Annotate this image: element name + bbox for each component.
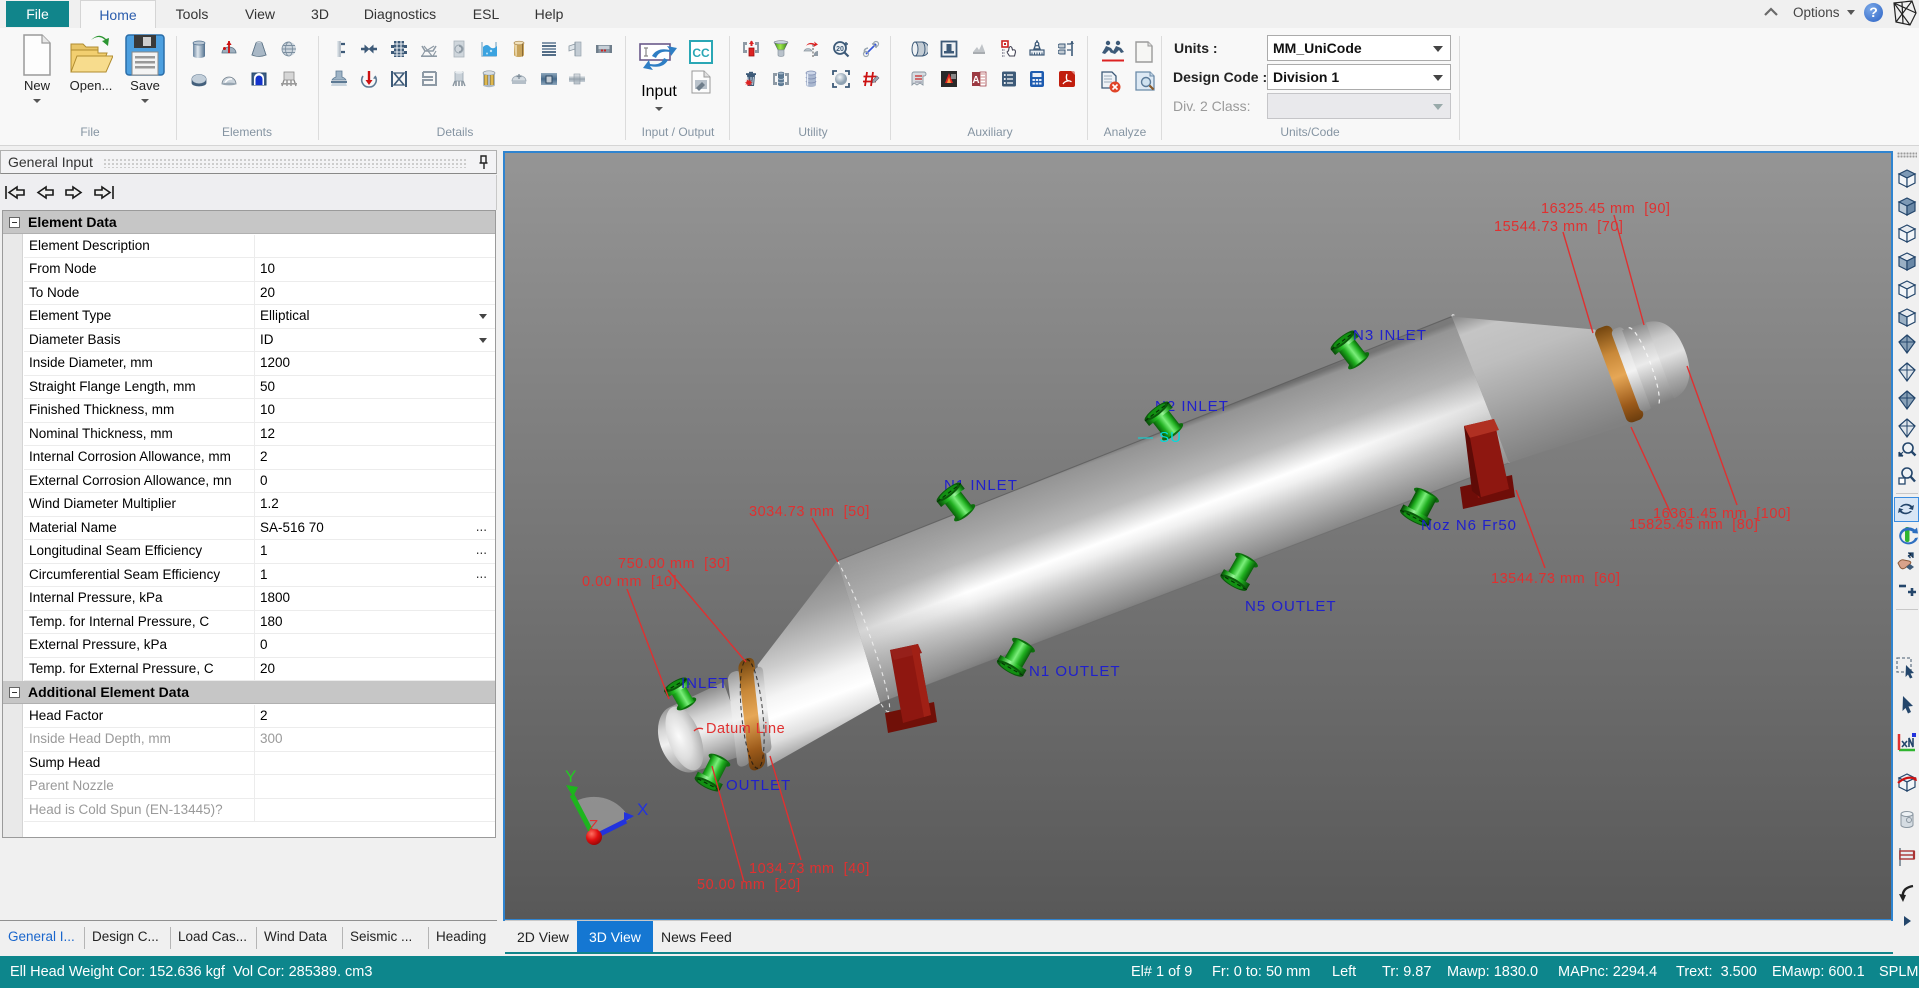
svg-text:0.00 mm [10]: 0.00 mm [10] [582, 574, 677, 590]
svg-text:1034.73 mm [40]: 1034.73 mm [40] [749, 861, 870, 877]
svg-text:50.00 mm [20]: 50.00 mm [20] [697, 877, 801, 893]
svg-text:N5 OUTLET: N5 OUTLET [1245, 598, 1337, 615]
svg-text:Datum Line: Datum Line [706, 721, 785, 737]
svg-text:Y: Y [565, 767, 576, 786]
svg-text:N1 OUTLET: N1 OUTLET [1029, 663, 1121, 680]
svg-text:CC: CC [692, 46, 710, 60]
svg-text:16325.45 mm [90]: 16325.45 mm [90] [1541, 201, 1670, 217]
svg-text:Z: Z [589, 817, 598, 834]
svg-text:20: 20 [836, 46, 844, 53]
svg-text:15544.73 mm [70]: 15544.73 mm [70] [1494, 219, 1623, 235]
svg-text:X: X [637, 800, 648, 819]
svg-text:N3 INLET: N3 INLET [1353, 327, 1427, 344]
svg-text:3034.73 mm [50]: 3034.73 mm [50] [749, 504, 870, 520]
svg-text:13544.73 mm [60]: 13544.73 mm [60] [1491, 571, 1620, 587]
svg-text:A: A [972, 75, 979, 86]
svg-text:750.00 mm [30]: 750.00 mm [30] [618, 556, 730, 572]
svg-text:— SU: — SU [1138, 429, 1182, 446]
svg-text:Noz N6 Fr50: Noz N6 Fr50 [1421, 517, 1517, 534]
svg-text:OUTLET: OUTLET [726, 777, 791, 794]
svg-text:16361.45 mm [100]: 16361.45 mm [100] [1653, 506, 1791, 522]
svg-text:INLET: INLET [681, 675, 729, 692]
